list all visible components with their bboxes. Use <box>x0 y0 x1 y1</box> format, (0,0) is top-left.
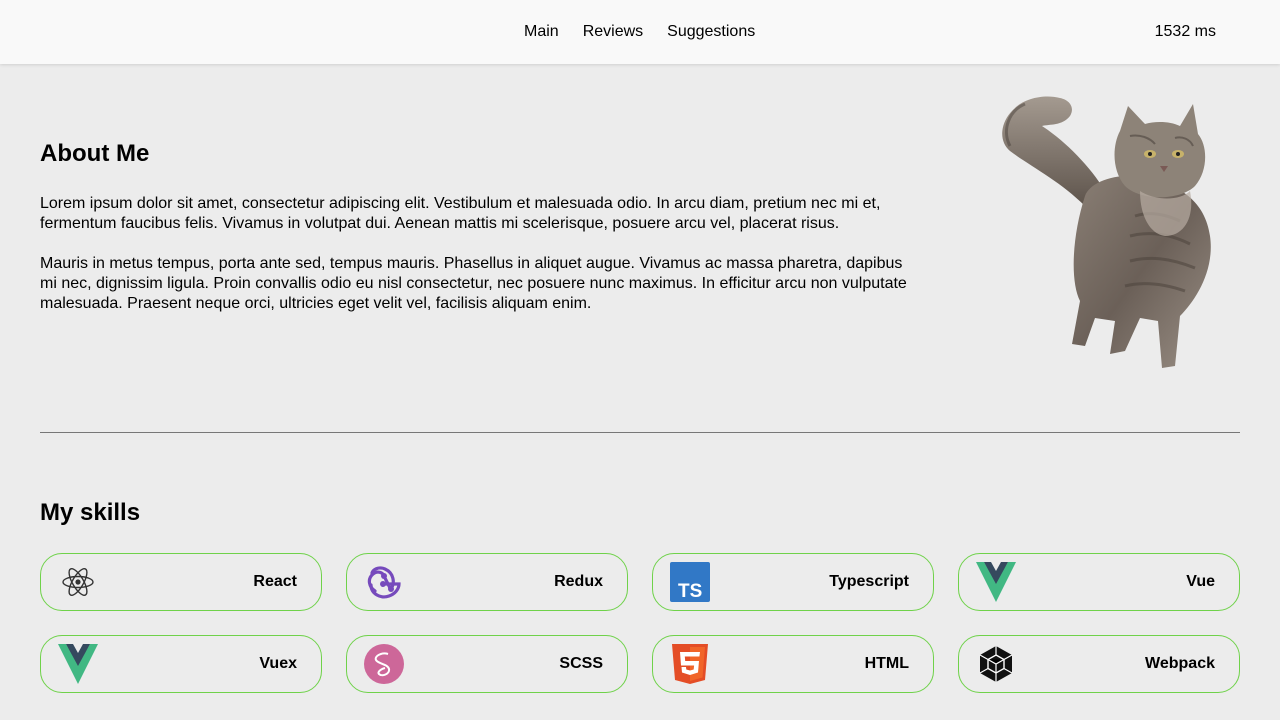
nav-link-suggestions[interactable]: Suggestions <box>667 23 755 41</box>
load-time-display: 1532 ms <box>1154 23 1216 40</box>
skill-label: React <box>253 573 297 590</box>
section-divider <box>40 432 1240 433</box>
skill-label: SCSS <box>559 655 603 672</box>
skill-card-typescript: TS Typescript <box>652 553 934 611</box>
about-paragraph-2: Mauris in metus tempus, porta ante sed, … <box>40 255 907 312</box>
about-section: About Me Lorem ipsum dolor sit amet, con… <box>40 140 910 334</box>
skill-card-scss: SCSS <box>346 635 628 693</box>
skill-label: Redux <box>554 573 603 590</box>
skill-card-vuex: Vuex <box>40 635 322 693</box>
main-nav: Main Reviews Suggestions <box>524 0 755 64</box>
react-icon <box>57 561 99 603</box>
vuex-icon <box>57 643 99 685</box>
skills-grid: React Redux TS Typescript Vue Vuex SCSS … <box>40 553 1240 693</box>
scss-icon <box>363 643 405 685</box>
skill-card-redux: Redux <box>346 553 628 611</box>
skill-label: Vuex <box>259 655 297 672</box>
cat-photo <box>990 86 1220 376</box>
svg-text:TS: TS <box>678 581 702 602</box>
nav-link-reviews[interactable]: Reviews <box>583 23 643 41</box>
typescript-icon: TS <box>669 561 711 603</box>
skill-card-webpack: Webpack <box>958 635 1240 693</box>
skill-card-html: HTML <box>652 635 934 693</box>
redux-icon <box>363 561 405 603</box>
about-paragraph-1: Lorem ipsum dolor sit amet, consectetur … <box>40 195 881 232</box>
skill-card-react: React <box>40 553 322 611</box>
skill-label: Vue <box>1186 573 1215 590</box>
webpack-icon <box>975 643 1017 685</box>
skill-label: HTML <box>864 655 909 672</box>
top-navigation-bar: Main Reviews Suggestions 1532 ms <box>0 0 1280 64</box>
skills-title: My skills <box>40 499 141 526</box>
skill-card-vue: Vue <box>958 553 1240 611</box>
skill-label: Typescript <box>829 573 909 590</box>
about-title: About Me <box>40 140 150 167</box>
vue-icon <box>975 561 1017 603</box>
nav-link-main[interactable]: Main <box>524 23 559 41</box>
html-icon <box>669 643 711 685</box>
skill-label: Webpack <box>1145 655 1215 672</box>
